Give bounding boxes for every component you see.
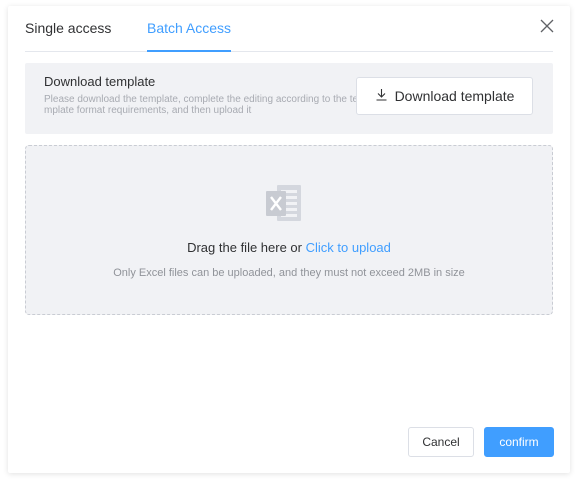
excel-file-icon <box>264 182 314 233</box>
upload-restriction-tip: Only Excel files can be uploaded, and th… <box>113 267 465 279</box>
download-template-label: Download template <box>394 88 515 104</box>
cancel-button[interactable]: Cancel <box>408 427 474 457</box>
tab-batch-access[interactable]: Batch Access <box>147 6 232 52</box>
template-description: Please download the template, complete t… <box>44 94 359 116</box>
drop-prompt: Drag the file here or <box>187 240 306 255</box>
download-template-button[interactable]: Download template <box>356 77 533 115</box>
confirm-button[interactable]: confirm <box>484 427 554 457</box>
tab-bar: Single access Batch Access <box>25 6 553 52</box>
file-drop-zone[interactable]: Drag the file here or Click to upload On… <box>25 145 553 315</box>
template-title: Download template <box>44 74 156 89</box>
drop-instruction: Drag the file here or Click to upload <box>26 240 552 255</box>
click-to-upload-link[interactable]: Click to upload <box>306 240 391 255</box>
download-icon <box>375 88 395 104</box>
close-icon[interactable] <box>538 17 556 35</box>
download-template-panel: Download template Please download the te… <box>25 63 553 134</box>
tab-single-access[interactable]: Single access <box>25 6 111 51</box>
batch-access-dialog: Single access Batch Access Download temp… <box>8 6 570 473</box>
